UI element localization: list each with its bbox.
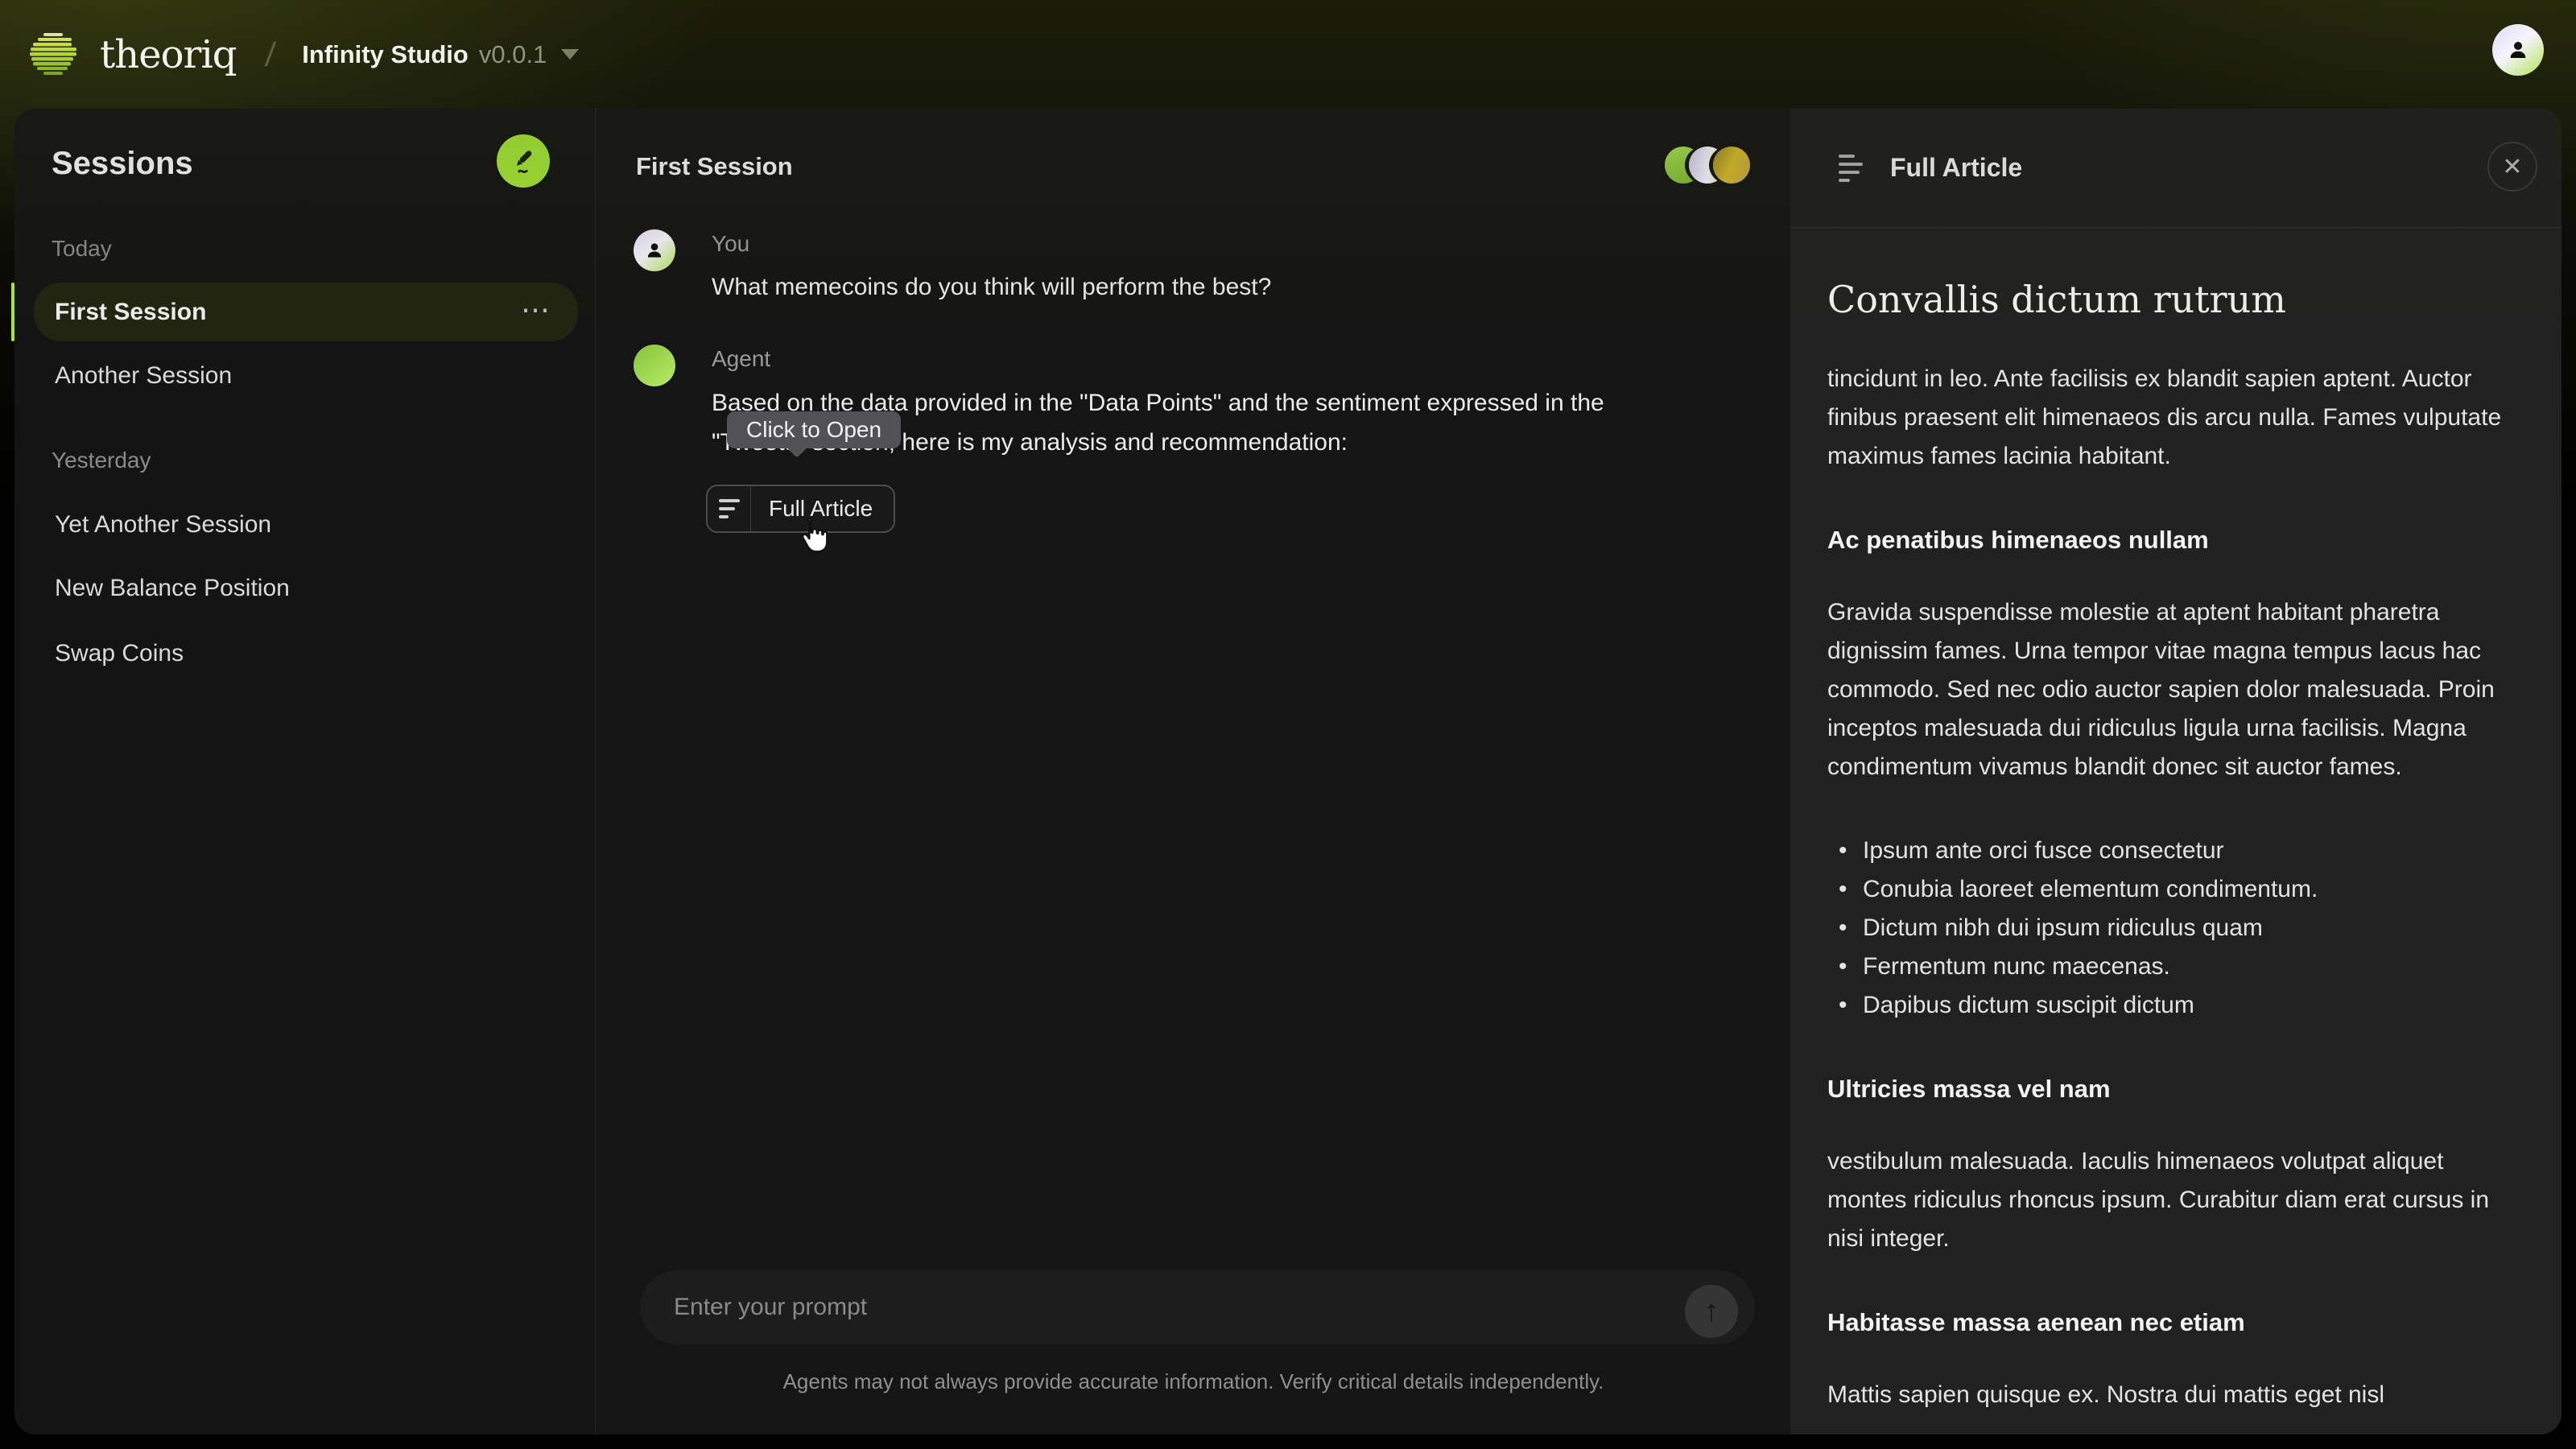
top-header: theoriq / Infinity Studio v0.0.1 [0,0,2576,109]
sidebar-item-yet-another-session[interactable]: Yet Another Session [55,513,271,537]
sidebar-title: Sessions [52,146,193,182]
article-content[interactable]: Convallis dictum rutrum tincidunt in leo… [1790,228,2562,1435]
chat-title: First Session [636,152,793,181]
article-subheading: Ultricies massa vel nam [1827,1075,2526,1104]
agent-presence-avatars [1665,147,1750,184]
close-panel-button[interactable]: ✕ [2487,142,2537,192]
full-article-panel: Full Article ✕ Convallis dictum rutrum t… [1790,109,2562,1435]
article-heading: Convallis dictum rutrum [1827,278,2526,321]
breadcrumb-separator: / [263,35,277,74]
prompt-placeholder: Enter your prompt [674,1270,867,1344]
person-icon [2506,38,2530,62]
main-container: Sessions Today First Session ⋯ Another S… [14,109,2562,1435]
list-item: Dictum nibh dui ipsum ridiculus quam [1827,909,2526,947]
message-author-you: You [712,231,749,257]
selected-session-accent-bar [11,283,14,341]
presence-avatar-gold [1713,147,1750,184]
chevron-down-icon[interactable] [561,49,579,60]
message-author-agent: Agent [712,346,770,372]
article-bullet-list: Ipsum ante orci fusce consectetur Conubi… [1827,832,2526,1025]
person-icon [644,240,665,261]
user-avatar[interactable] [2492,24,2544,76]
article-panel-title: Full Article [1890,153,2022,183]
sidebar-item-another-session[interactable]: Another Session [55,364,232,388]
click-to-open-tooltip: Click to Open [727,411,901,448]
article-paragraph: Mattis sapien quisque ex. Nostra dui mat… [1827,1376,2526,1414]
session-menu-icon[interactable]: ⋯ [521,292,552,326]
session-group-today: Today [52,236,112,262]
sessions-sidebar: Sessions Today First Session ⋯ Another S… [14,109,596,1435]
session-label: First Session [55,299,206,326]
sidebar-item-first-session[interactable]: First Session ⋯ [34,283,578,341]
article-lines-icon [708,486,751,531]
article-paragraph: vestibulum malesuada. Iaculis himenaeos … [1827,1142,2526,1258]
user-message-text: What memecoins do you think will perform… [712,267,1271,307]
theoriq-logo-icon [27,29,79,80]
sidebar-item-swap-coins[interactable]: Swap Coins [55,642,184,666]
article-paragraph: Gravida suspendisse molestie at aptent h… [1827,593,2526,786]
user-message-avatar [634,229,675,271]
app-version: v0.0.1 [479,40,547,69]
prompt-input[interactable]: Enter your prompt [640,1270,1755,1344]
sidebar-item-new-balance-position[interactable]: New Balance Position [55,576,290,601]
article-subheading: Ac penatibus himenaeos nullam [1827,526,2526,555]
article-lines-icon [1839,155,1863,182]
app-name[interactable]: Infinity Studio [302,40,469,69]
agent-message-avatar [634,345,675,386]
pen-icon [509,147,538,175]
new-session-button[interactable] [497,134,550,188]
article-panel-header: Full Article ✕ [1790,109,2562,228]
send-button[interactable]: ↑ [1685,1285,1738,1338]
list-item: Dapibus dictum suscipit dictum [1827,986,2526,1025]
logo-wordmark[interactable]: theoriq [100,32,237,77]
list-item: Fermentum nunc maecenas. [1827,947,2526,986]
list-item: Ipsum ante orci fusce consectetur [1827,832,2526,870]
arrow-up-icon: ↑ [1704,1294,1719,1329]
chat-panel: First Session You What memecoins do you … [597,109,1790,1435]
article-subheading: Habitasse massa aenean nec etiam [1827,1308,2526,1337]
list-item: Conubia laoreet elementum condimentum. [1827,870,2526,909]
accuracy-disclaimer: Agents may not always provide accurate i… [597,1369,1790,1394]
session-group-yesterday: Yesterday [52,448,151,473]
article-paragraph: tincidunt in leo. Ante facilisis ex blan… [1827,360,2526,476]
cursor-pointer-icon [796,515,830,554]
close-icon: ✕ [2502,153,2522,181]
